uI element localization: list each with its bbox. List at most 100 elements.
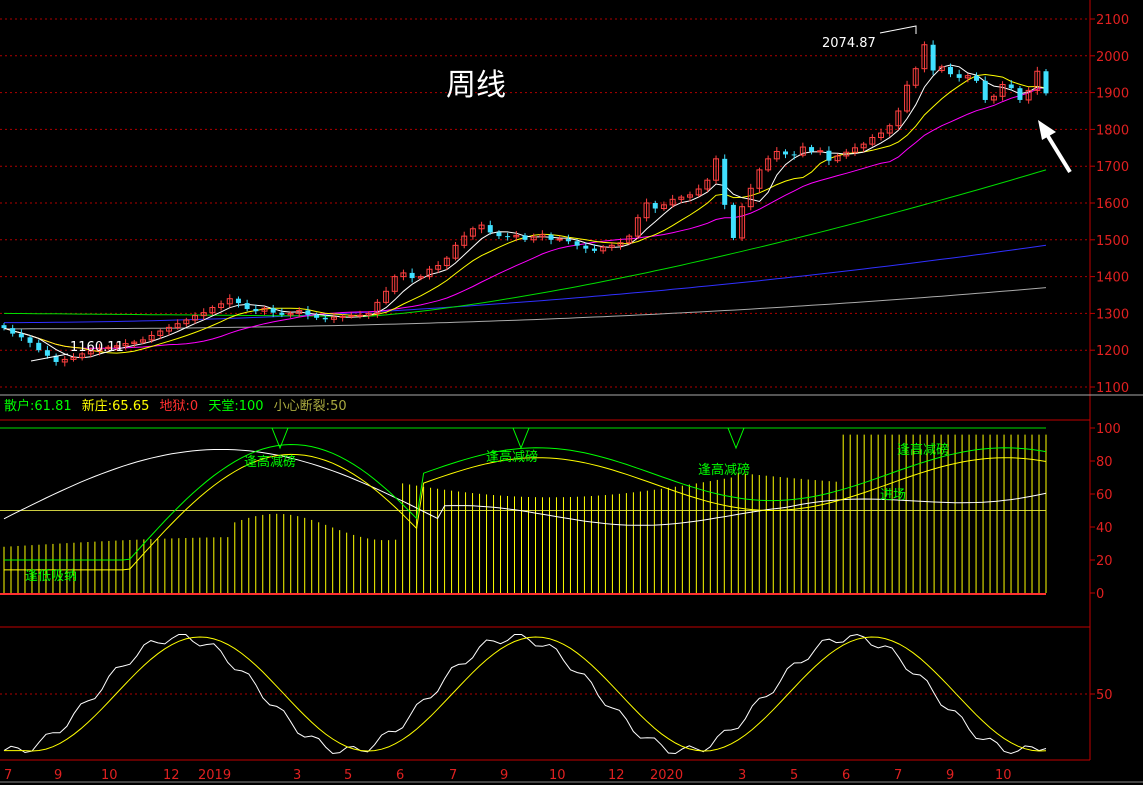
time-label: 5 [344,768,352,783]
price-tick-label: 1300 [1096,307,1129,322]
candle-body [253,308,259,312]
candle-body [322,317,328,320]
time-label: 6 [842,768,850,783]
candle-body [44,350,50,356]
candle-body [496,232,502,237]
candle-body [583,245,589,249]
candle-body [487,225,493,233]
osc-annotation: 逢高减磅 [698,462,750,478]
time-label: 12 [608,768,625,783]
candle-body [1043,71,1049,94]
osc-annotation: 进场 [880,488,906,503]
candle-body [522,235,528,240]
time-label: 9 [946,768,954,783]
indicator-duanlie: 小心断裂:50 [273,399,347,414]
xinzhuang-line [4,453,1047,571]
candle-body [548,234,554,240]
sell-marker-icon [727,427,745,450]
time-label: 2019 [198,768,231,783]
candle-body [826,150,832,161]
ma250-line [4,287,1047,330]
candle-body [18,333,24,338]
time-label: 10 [549,768,566,783]
candle-body [1008,84,1014,89]
candle-body [1017,88,1023,100]
candle-body [339,315,346,318]
candle-body [27,337,33,343]
candle-body [314,314,320,318]
time-label: 3 [738,768,746,783]
candle-body [357,314,364,317]
candle-body [36,342,42,351]
candle-body [930,44,936,71]
ma120-line [4,244,1047,324]
osc-tick-label: 20 [1096,554,1113,569]
candle-body [722,158,728,205]
price-tick-label: 1700 [1096,160,1129,175]
osc-annotation: 逢低吸纳 [25,569,77,584]
candle-body [591,248,597,251]
price-tick-label: 1200 [1096,344,1129,359]
osc-annotation: 逢高减磅 [486,449,538,465]
candle-body [730,204,736,238]
candle-body [409,272,415,279]
candle-body [10,328,16,334]
time-label: 9 [54,768,62,783]
price-tick-label: 1100 [1096,381,1129,396]
price-tick-label: 1800 [1096,123,1129,138]
sell-marker-icon [512,427,530,450]
time-label: 10 [995,768,1012,783]
price-tick-label: 1600 [1096,197,1129,212]
time-label: 2020 [650,768,683,783]
low-price-label: 1160.11 [70,340,124,355]
indicator-diyu: 地狱:0 [159,399,199,414]
candle-body [652,203,658,209]
candle-body [574,241,580,246]
candle-body [305,310,311,315]
weekly-chart[interactable]: 逢高减磅 逢高减磅逢高减磅逢高减磅逢低吸纳进场 21002000190018001… [0,0,1143,785]
price-tick-label: 1900 [1096,87,1129,102]
time-label: 6 [396,768,404,783]
indicator-tiantang: 天堂:100 [208,399,264,414]
time-label: 7 [894,768,902,783]
candle-body [974,75,980,81]
time-label: 9 [500,768,508,783]
price-tick-label: 2100 [1096,13,1129,28]
price-tick-label: 1500 [1096,234,1129,249]
osc-tick-label: 100 [1096,422,1121,437]
osc-tick-label: 80 [1096,455,1113,470]
candle-body [279,312,285,315]
candle-body [235,298,241,304]
indicator-sanhu: 散户:61.81 [4,399,72,414]
candle-body [556,238,563,241]
ma60-line [3,169,1047,318]
candle-body [791,154,797,156]
time-label: 3 [293,768,301,783]
candle-body [809,147,815,152]
price-tick-label: 1400 [1096,271,1129,286]
candle-body [982,80,988,100]
osc-tick-label: 60 [1096,488,1113,503]
candle-body [817,150,824,153]
osc-annotation: 逢高减磅 [244,454,296,470]
indicator-legend: 散户:61.81 新庄:65.65 地狱:0 天堂:100 小心断裂:50 [4,397,353,417]
chart-title: 周线 [446,68,506,103]
candle-body [270,308,276,313]
candle-body [783,151,788,155]
candle-body [505,236,511,238]
candle-body [348,315,355,318]
time-label: 7 [449,768,457,783]
candle-body [244,303,250,309]
candle-body [565,239,571,242]
osc-tick-label: 0 [1096,587,1104,602]
kd-tick-label: 50 [1096,688,1113,703]
osc-annotation: 逢高减磅 [897,442,949,458]
indicator-xinzhuang: 新庄:65.65 [81,399,150,414]
high-marker-line [879,25,917,34]
osc-tick-label: 40 [1096,521,1113,536]
arrow-icon [1038,120,1072,174]
time-label: 5 [790,768,798,783]
high-price-label: 2074.87 [822,36,876,51]
time-label: 10 [101,768,118,783]
candle-body [1,325,7,329]
